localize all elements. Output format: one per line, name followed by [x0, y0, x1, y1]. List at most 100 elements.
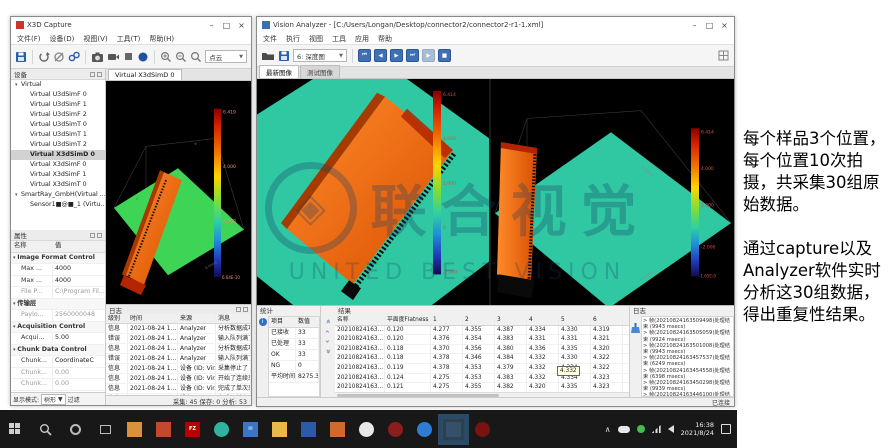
taskbar-app-icon[interactable]: [417, 422, 432, 437]
taskbar-app-icon[interactable]: [127, 422, 142, 437]
maximize-button[interactable]: □: [702, 21, 717, 30]
zoom-fit-icon[interactable]: [190, 50, 202, 63]
property-row[interactable]: Image Format Control: [11, 253, 105, 265]
property-row[interactable]: Max ...4000: [11, 264, 105, 276]
property-row[interactable]: Paylo...2560000048: [11, 310, 105, 322]
record-icon[interactable]: [137, 50, 149, 63]
result-row[interactable]: 20210824163...0.1184.3784.3464.3844.3324…: [335, 354, 629, 364]
panel-close-icon[interactable]: [97, 72, 102, 77]
taskbar-app-icon[interactable]: [301, 422, 316, 437]
taskbar-app-icon[interactable]: [388, 422, 403, 437]
layout-grid-icon[interactable]: [717, 49, 730, 62]
menu-item[interactable]: 视图(V): [83, 34, 107, 44]
capture-titlebar[interactable]: X3D Capture – □ ×: [11, 17, 251, 33]
status-green-icon[interactable]: [637, 425, 645, 433]
tree-item[interactable]: ▾SmartRay_GmbH(Virtual ...: [11, 190, 105, 200]
minimize-button[interactable]: –: [687, 21, 702, 30]
property-row[interactable]: Chunk Data Control: [11, 345, 105, 357]
property-row[interactable]: Chunk...CoordinateC: [11, 356, 105, 368]
analyzer-side-3d-view[interactable]: 6.414 4.000 2.000 -2.000 -1.65E-9 Y (mm)…: [491, 79, 734, 305]
property-row[interactable]: Acquisition Control: [11, 322, 105, 334]
first-result-button[interactable]: «: [325, 319, 332, 324]
tree-item[interactable]: Virtual U3dSimF 2: [11, 110, 105, 120]
property-row[interactable]: Chunk...0.00: [11, 379, 105, 391]
tray-expand-icon[interactable]: ∧: [605, 425, 611, 434]
panel-pin-icon[interactable]: [90, 72, 95, 77]
tree-item[interactable]: Virtual U3dSimF 0: [11, 90, 105, 100]
menu-item[interactable]: 工具(T): [117, 34, 141, 44]
save-icon[interactable]: [277, 49, 290, 62]
log-row[interactable]: 信息2021-08-24 1...设备 (ID: Vir...采集停止了: [106, 364, 251, 374]
open-folder-icon[interactable]: [261, 49, 274, 62]
search-icon[interactable]: [30, 410, 60, 448]
last-result-button[interactable]: »: [325, 349, 332, 354]
viewport-tab[interactable]: Virtual X3dSimD 0: [108, 69, 182, 80]
minimize-button[interactable]: –: [204, 21, 219, 30]
taskbar-app-icon[interactable]: FZ: [185, 422, 200, 437]
menu-item[interactable]: 应用: [355, 34, 369, 44]
maximize-button[interactable]: □: [219, 21, 234, 30]
view-select-dropdown[interactable]: 6: 深度图▼: [293, 49, 347, 62]
transport-button[interactable]: ◀: [374, 49, 387, 62]
save-icon[interactable]: [15, 50, 27, 63]
image-tab[interactable]: 最新图像: [259, 65, 299, 78]
taskbar-app-icon[interactable]: [446, 422, 461, 437]
menu-item[interactable]: 工具: [332, 34, 346, 44]
tree-item[interactable]: Virtual U3dSimT 0: [11, 120, 105, 130]
image-tab[interactable]: 测试图像: [300, 65, 340, 78]
taskbar-app-icon[interactable]: [475, 422, 490, 437]
zoom-in-icon[interactable]: [160, 50, 172, 63]
result-row[interactable]: 20210824163...0.1204.3764.3544.3834.3314…: [335, 335, 629, 345]
tree-item[interactable]: Virtual U3dSimT 1: [11, 130, 105, 140]
tree-item[interactable]: Virtual X3dSimF 0: [11, 160, 105, 170]
tree-item[interactable]: Virtual U3dSimT 2: [11, 140, 105, 150]
connect-icon[interactable]: [68, 50, 80, 63]
property-row[interactable]: Acqui...5.00: [11, 333, 105, 345]
analyzer-main-3d-view[interactable]: 6.414 4.000 2.000 0 -2.000: [257, 79, 489, 305]
cloud-icon[interactable]: [618, 426, 630, 433]
taskbar-app-icon[interactable]: ✉: [243, 422, 258, 437]
transport-button[interactable]: ▶: [422, 49, 435, 62]
results-horizontal-scrollbar[interactable]: [335, 392, 629, 397]
snapshot-camera-icon[interactable]: [91, 50, 104, 63]
transport-button[interactable]: ■: [438, 49, 451, 62]
tree-item[interactable]: Virtual X3dSimT 0: [11, 180, 105, 190]
panel-pin-icon[interactable]: [236, 307, 241, 312]
next-result-button[interactable]: ›: [324, 340, 331, 343]
tree-item[interactable]: Virtual X3dSimD 0: [11, 150, 105, 160]
close-button[interactable]: ×: [234, 21, 249, 30]
transport-button[interactable]: ⏮: [358, 49, 371, 62]
tree-item[interactable]: Virtual U3dSimF 1: [11, 100, 105, 110]
taskbar-app-icon[interactable]: [214, 422, 229, 437]
zoom-out-icon[interactable]: [175, 50, 187, 63]
menu-item[interactable]: 视图: [309, 34, 323, 44]
log-row[interactable]: 信息2021-08-24 1...设备 (ID: Vir...开始了连续采集: [106, 374, 251, 384]
tree-item[interactable]: Virtual X3dSimF 1: [11, 170, 105, 180]
stop-capture-icon[interactable]: [123, 50, 135, 63]
render-mode-dropdown[interactable]: 点云▼: [205, 50, 247, 63]
log-row[interactable]: 信息2021-08-24 1...Analyzer分析数据成功: [106, 324, 251, 334]
transport-button[interactable]: ⏭: [406, 49, 419, 62]
log-row[interactable]: 错误2021-08-24 1...Analyzer输入队列满了: [106, 334, 251, 344]
display-mode-dropdown[interactable]: 树形▼: [41, 394, 66, 405]
result-row[interactable]: 20210824163...0.1194.3784.3534.3794.3324…: [335, 364, 629, 374]
transport-button[interactable]: ▶: [390, 49, 403, 62]
menu-item[interactable]: 设备(D): [50, 34, 75, 44]
result-row[interactable]: 20210824163...0.1184.3704.3564.3804.3364…: [335, 345, 629, 355]
tree-item[interactable]: Sensor1■@■_1 (Virtu...: [11, 200, 105, 210]
menu-item[interactable]: 文件(F): [17, 34, 41, 44]
taskbar-app-icon[interactable]: [330, 422, 345, 437]
prev-result-button[interactable]: ‹: [324, 330, 331, 333]
cortana-icon[interactable]: [60, 410, 90, 448]
taskbar-app-icon[interactable]: [156, 422, 171, 437]
taskbar-app-icon[interactable]: [272, 422, 287, 437]
close-button[interactable]: ×: [717, 21, 732, 30]
refresh-icon[interactable]: [38, 50, 50, 63]
video-capture-icon[interactable]: [107, 50, 120, 63]
property-row[interactable]: Chunk...0.00: [11, 368, 105, 380]
log-row[interactable]: 错误2021-08-24 1...Analyzer输入队列满了: [106, 354, 251, 364]
menu-item[interactable]: 帮助: [378, 34, 392, 44]
menu-item[interactable]: 帮助(H): [149, 34, 174, 44]
taskbar-clock[interactable]: 16:38 2021/8/24: [681, 421, 714, 437]
task-view-icon[interactable]: [90, 410, 120, 448]
